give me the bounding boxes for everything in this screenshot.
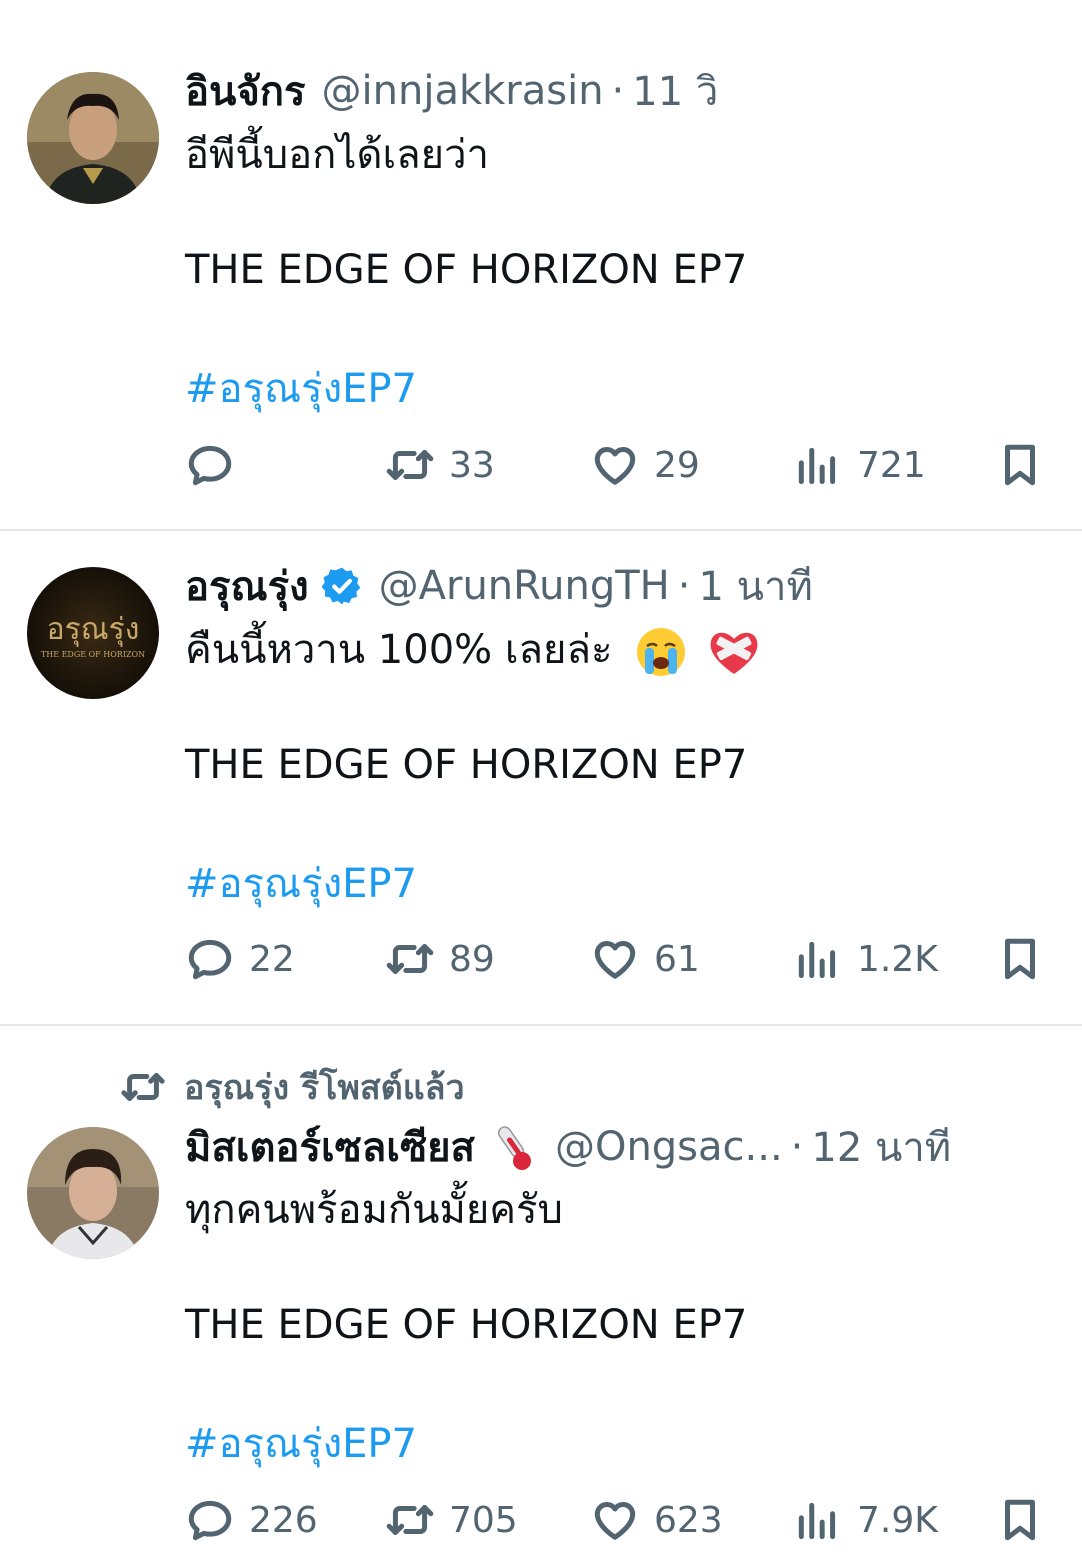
bookmark-icon <box>995 1495 1045 1545</box>
reply-icon <box>185 934 235 984</box>
separator-dot: · <box>611 68 625 114</box>
bookmark-button[interactable] <box>995 1490 1045 1550</box>
bookmark-button[interactable] <box>995 435 1045 495</box>
action-bar: 226 705 623 7.9K <box>185 1490 1045 1550</box>
mending-heart-emoji <box>710 632 758 674</box>
timestamp[interactable]: 12 นาที <box>811 1115 951 1179</box>
like-count: 29 <box>654 444 700 486</box>
reply-count: 22 <box>249 938 295 980</box>
bar-chart-icon <box>793 1495 843 1545</box>
like-button[interactable]: 623 <box>590 1490 723 1550</box>
like-button[interactable]: 61 <box>590 929 700 989</box>
like-button[interactable]: 29 <box>590 435 700 495</box>
repost-button[interactable]: 33 <box>385 435 495 495</box>
tweet-text-line: คืนนี้หวาน 100% เลยล่ะ <box>185 622 762 678</box>
hashtag-link[interactable]: #อรุณรุ่งEP7 <box>185 1416 417 1472</box>
separator-dot: · <box>677 563 691 609</box>
verified-badge-icon <box>321 567 361 605</box>
tweet-text: ทุกคนพร้อมกันมั้ยครับ <box>185 1187 563 1233</box>
thermometer-emoji <box>497 1126 531 1170</box>
timestamp[interactable]: 1 นาที <box>698 554 812 618</box>
repost-count: 89 <box>449 938 495 980</box>
tweet-title-line: THE EDGE OF HORIZON EP7 <box>185 247 748 293</box>
repost-icon <box>385 934 435 984</box>
heart-icon <box>590 934 640 984</box>
bookmark-button[interactable] <box>995 929 1045 989</box>
tweet-1[interactable]: อินจักร @innjakkrasin · 11 วิ อีพีนี้บอก… <box>0 0 1082 530</box>
repost-icon <box>385 440 435 490</box>
repost-count: 33 <box>449 444 495 486</box>
reply-icon <box>185 440 235 490</box>
reply-button[interactable] <box>185 435 249 495</box>
timestamp[interactable]: 11 วิ <box>632 59 718 123</box>
handle[interactable]: @ArunRungTH <box>379 563 670 609</box>
handle[interactable]: @innjakkrasin <box>322 68 604 114</box>
heart-icon <box>590 440 640 490</box>
avatar[interactable] <box>27 1127 159 1259</box>
tweet-2[interactable]: อรุณรุ่ง THE EDGE OF HORIZON อรุณรุ่ง @A… <box>0 531 1082 1025</box>
tweet-title-line: THE EDGE OF HORIZON EP7 <box>185 742 748 788</box>
avatar-logo-subtitle: THE EDGE OF HORIZON <box>41 650 145 659</box>
separator-dot: · <box>790 1124 804 1170</box>
views-button[interactable]: 7.9K <box>793 1490 938 1550</box>
tweet-text: คืนนี้หวาน 100% เลยล่ะ <box>185 627 613 673</box>
crying-face-emoji <box>637 628 686 676</box>
hashtag-link[interactable]: #อรุณรุ่งEP7 <box>185 856 417 912</box>
like-count: 61 <box>654 938 700 980</box>
tweet-3[interactable]: มิสเตอร์เซลเซียส @Ongsac... · 12 นาที ทุ… <box>0 1026 1082 1556</box>
view-count: 1.2K <box>857 938 938 980</box>
avatar[interactable] <box>27 72 159 204</box>
display-name[interactable]: มิสเตอร์เซลเซียส <box>185 1115 475 1179</box>
handle[interactable]: @Ongsac... <box>555 1124 783 1170</box>
action-bar: 33 29 721 <box>185 435 1045 495</box>
heart-icon <box>590 1495 640 1545</box>
views-button[interactable]: 721 <box>793 435 926 495</box>
bookmark-icon <box>995 934 1045 984</box>
tweet-title-line: THE EDGE OF HORIZON EP7 <box>185 1302 748 1348</box>
avatar-logo-text: อรุณรุ่ง <box>47 612 140 648</box>
avatar[interactable]: อรุณรุ่ง THE EDGE OF HORIZON <box>27 567 159 699</box>
view-count: 721 <box>857 444 926 486</box>
reply-button[interactable]: 22 <box>185 929 295 989</box>
hashtag-link[interactable]: #อรุณรุ่งEP7 <box>185 361 417 417</box>
views-button[interactable]: 1.2K <box>793 929 938 989</box>
bar-chart-icon <box>793 440 843 490</box>
repost-button[interactable]: 89 <box>385 929 495 989</box>
action-bar: 22 89 61 1.2K <box>185 929 1045 989</box>
repost-button[interactable]: 705 <box>385 1490 518 1550</box>
display-name[interactable]: อินจักร <box>185 59 306 123</box>
reply-button[interactable]: 226 <box>185 1490 318 1550</box>
view-count: 7.9K <box>857 1499 938 1541</box>
reply-count: 226 <box>249 1499 318 1541</box>
like-count: 623 <box>654 1499 723 1541</box>
repost-count: 705 <box>449 1499 518 1541</box>
repost-icon <box>385 1495 435 1545</box>
bar-chart-icon <box>793 934 843 984</box>
display-name[interactable]: อรุณรุ่ง <box>185 554 309 618</box>
tweet-text: อีพีนี้บอกได้เลยว่า <box>185 132 490 178</box>
bookmark-icon <box>995 440 1045 490</box>
reply-icon <box>185 1495 235 1545</box>
